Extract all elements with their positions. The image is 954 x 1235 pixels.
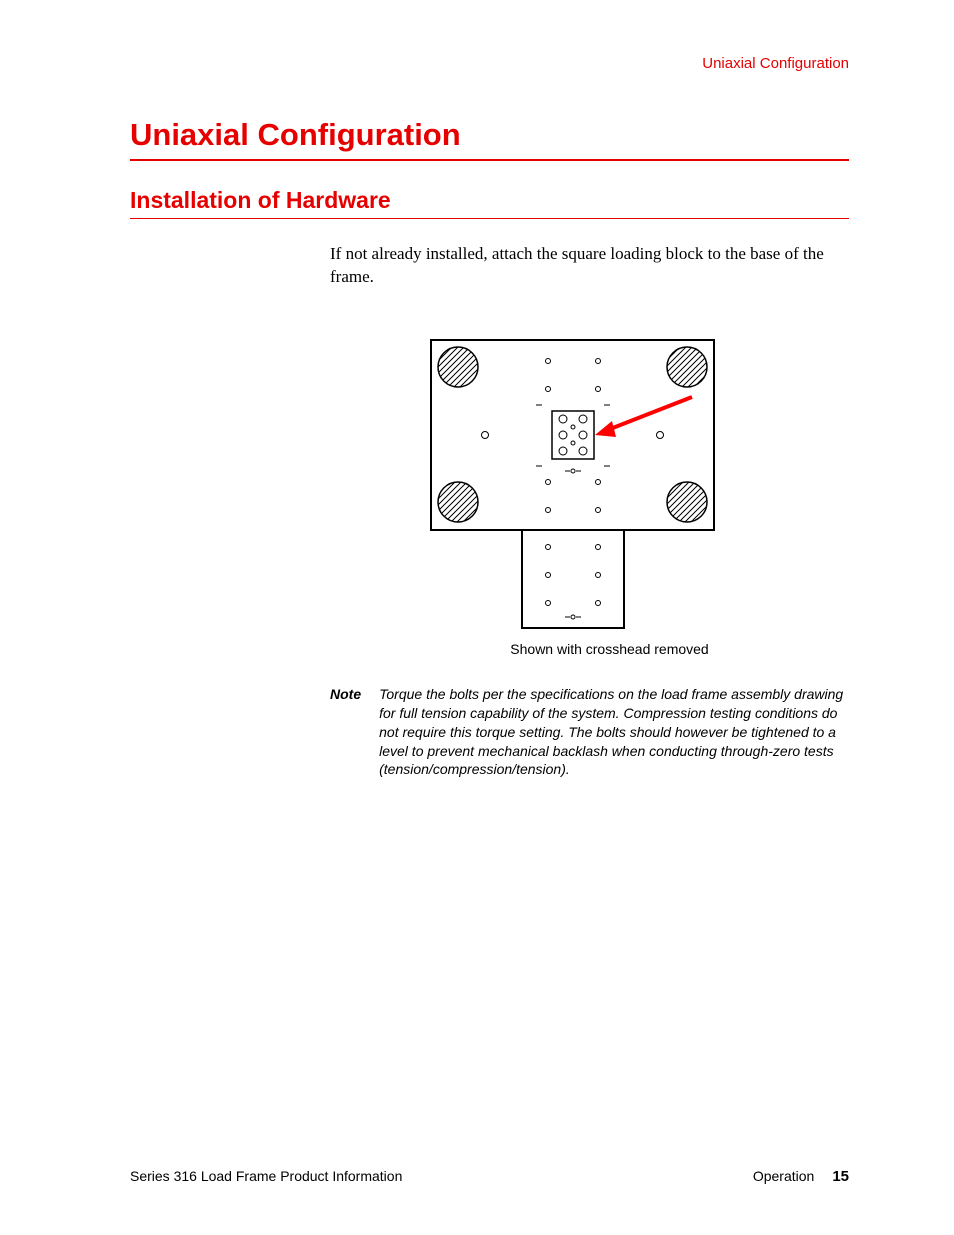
footer-document-title: Series 316 Load Frame Product Informatio…: [130, 1168, 402, 1184]
section-title: Installation of Hardware: [130, 187, 849, 214]
chapter-title: Uniaxial Configuration: [130, 117, 849, 153]
note-block: Note Torque the bolts per the specificat…: [330, 685, 849, 779]
arrow-icon: [595, 397, 692, 437]
loading-block-diagram-icon: [430, 339, 715, 629]
note-label: Note: [330, 685, 361, 779]
page-footer: Series 316 Load Frame Product Informatio…: [130, 1168, 849, 1185]
footer-section-name: Operation: [753, 1168, 814, 1184]
section-rule: [130, 218, 849, 219]
page-number: 15: [832, 1168, 849, 1185]
figure-caption: Shown with crosshead removed: [370, 641, 849, 657]
note-body: Torque the bolts per the specifications …: [379, 685, 849, 779]
running-head: Uniaxial Configuration: [130, 55, 849, 72]
chapter-rule: [130, 159, 849, 161]
figure: [430, 339, 849, 629]
body-paragraph: If not already installed, attach the squ…: [330, 243, 849, 289]
